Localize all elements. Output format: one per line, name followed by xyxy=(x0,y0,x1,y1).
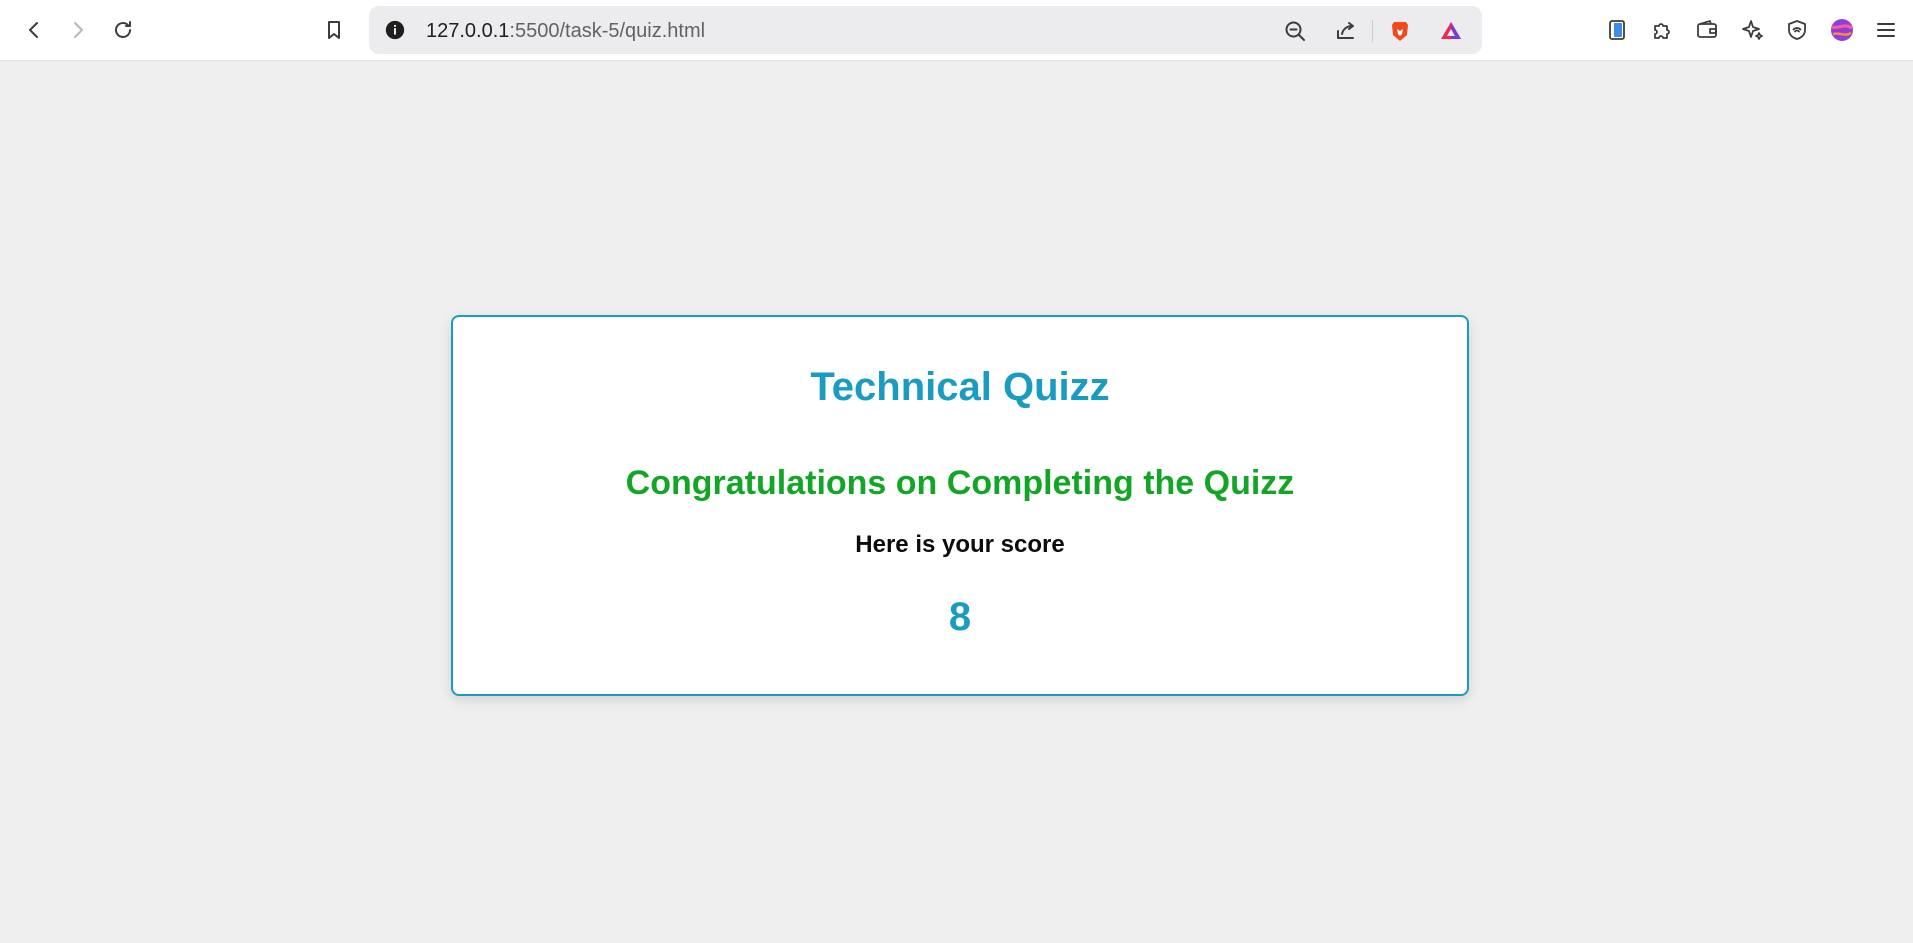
hamburger-menu-icon[interactable] xyxy=(1868,12,1904,48)
url-path: :5500/task-5/quiz.html xyxy=(509,20,706,42)
browser-toolbar: 127.0.0.1:5500/task-5/quiz.html xyxy=(0,0,1913,61)
puzzle-icon[interactable] xyxy=(1644,12,1680,48)
divider xyxy=(1372,20,1373,42)
congratulations-message: Congratulations on Completing the Quizz xyxy=(625,464,1295,502)
reload-icon[interactable] xyxy=(105,12,141,48)
leo-ai-icon[interactable] xyxy=(1734,12,1770,48)
share-icon[interactable] xyxy=(1331,16,1361,46)
sidebar-icon[interactable] xyxy=(1599,12,1635,48)
profile-avatar-icon[interactable] xyxy=(1824,12,1860,48)
quiz-result-card: Technical Quizz Congratulations on Compl… xyxy=(451,315,1469,696)
zoom-out-icon[interactable] xyxy=(1280,16,1310,46)
bookmark-icon[interactable] xyxy=(316,12,352,48)
back-arrow-icon[interactable] xyxy=(16,12,52,48)
score-value: 8 xyxy=(948,595,972,639)
wallet-icon[interactable] xyxy=(1689,12,1725,48)
url-host: 127.0.0.1 xyxy=(426,20,510,42)
info-icon[interactable] xyxy=(381,16,409,44)
url-text[interactable]: 127.0.0.1:5500/task-5/quiz.html xyxy=(426,20,705,43)
forward-arrow-icon[interactable] xyxy=(60,12,96,48)
score-label: Here is your score xyxy=(855,531,1065,558)
brave-rewards-icon[interactable] xyxy=(1436,16,1466,46)
brave-lion-icon[interactable] xyxy=(1385,16,1415,46)
address-bar[interactable]: 127.0.0.1:5500/task-5/quiz.html xyxy=(369,6,1482,54)
vpn-shield-icon[interactable] xyxy=(1779,12,1815,48)
quiz-title: Technical Quizz xyxy=(810,365,1110,409)
